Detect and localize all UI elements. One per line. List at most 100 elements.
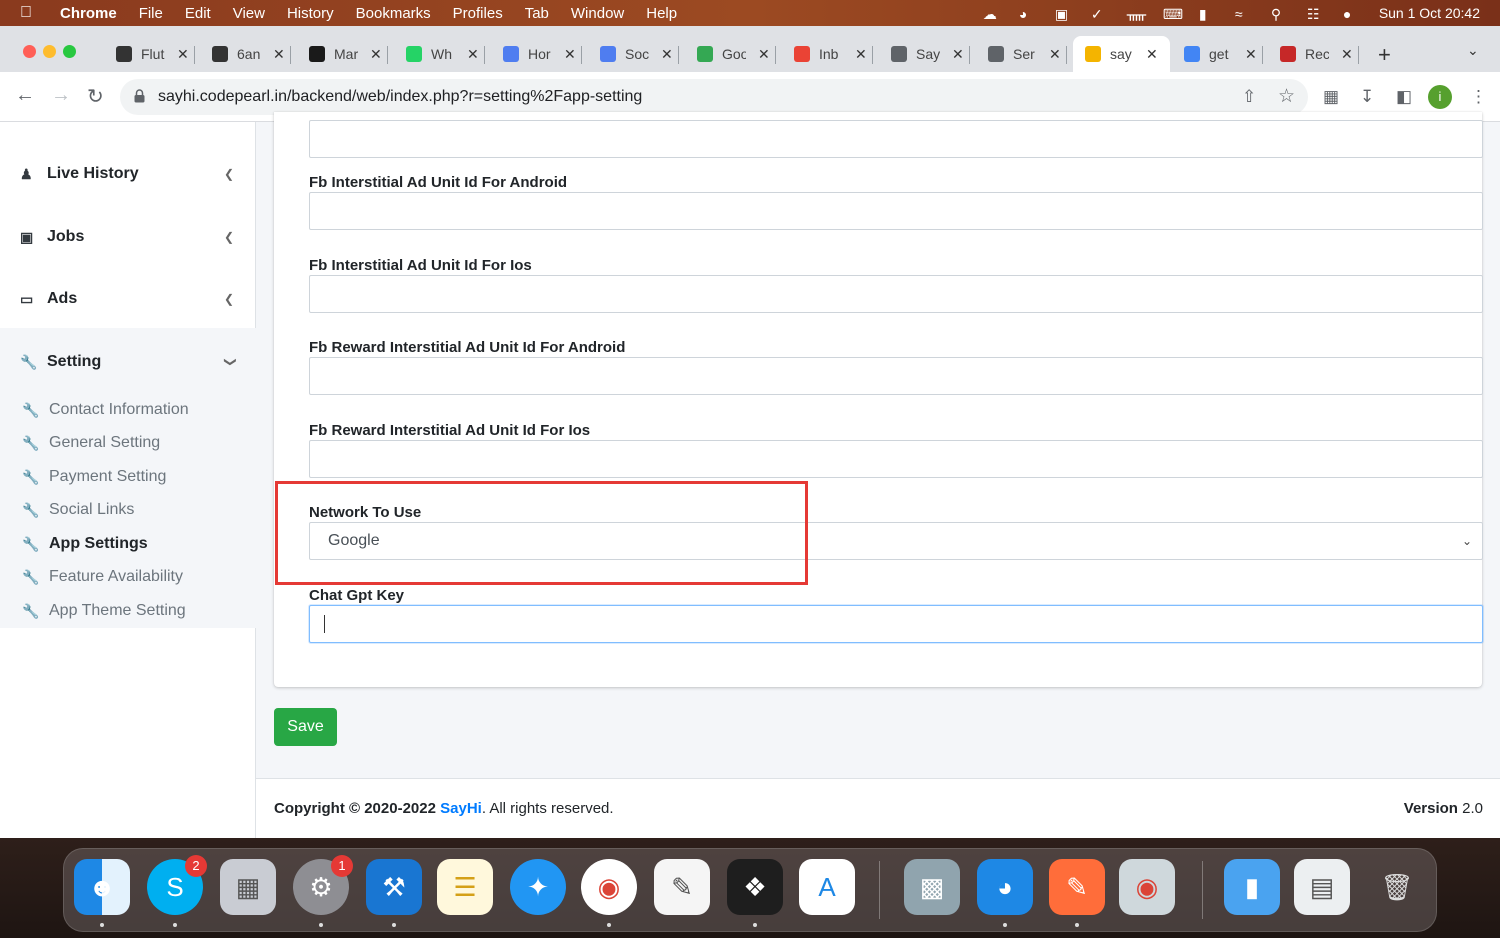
preview-icon[interactable]: ▩ <box>904 859 960 915</box>
browser-tab[interactable]: Mar ✕ <box>309 36 388 72</box>
menu-help[interactable]: Help <box>646 5 677 22</box>
close-tab-icon[interactable]: ✕ <box>855 46 867 63</box>
menu-view[interactable]: View <box>233 5 265 22</box>
chatgpt-key-input[interactable] <box>309 605 1483 643</box>
safari-icon[interactable]: ✦ <box>510 859 566 915</box>
menu-tab[interactable]: Tab <box>525 5 549 22</box>
menu-file[interactable]: File <box>139 5 163 22</box>
textedit-icon[interactable]: ✎ <box>654 859 710 915</box>
browser-tab[interactable]: get ✕ <box>1184 36 1263 72</box>
spotlight-search-icon[interactable]: ⚲ <box>1271 6 1289 22</box>
clock-app-icon[interactable]: ◕ <box>977 859 1033 927</box>
close-tab-icon[interactable]: ✕ <box>370 46 382 63</box>
browser-tab[interactable]: say ✕ <box>1073 36 1170 72</box>
browser-tab[interactable]: Hor ✕ <box>503 36 582 72</box>
downloads-folder-icon[interactable]: ▮ <box>1224 859 1280 915</box>
display-icon[interactable]: ▣ <box>1055 6 1073 22</box>
tab-search-chevron-icon[interactable]: ⌄ <box>1467 42 1479 59</box>
notes-icon[interactable]: ☰ <box>437 859 493 915</box>
figma-icon[interactable]: ❖ <box>727 859 783 927</box>
app-store-icon[interactable]: A <box>799 859 855 915</box>
new-tab-button[interactable]: + <box>1378 42 1391 68</box>
siri-icon[interactable]: ● <box>1343 6 1361 22</box>
trash-icon[interactable]: 🗑 <box>1369 859 1425 915</box>
sidebar-subitem-social-links[interactable]: 🔧 Social Links <box>22 500 242 520</box>
profile-avatar[interactable]: i <box>1428 85 1452 109</box>
minimize-window-button[interactable] <box>43 45 56 58</box>
reload-button[interactable]: ↻ <box>87 84 104 109</box>
download-icon[interactable]: ↧ <box>1360 87 1374 107</box>
close-tab-icon[interactable]: ✕ <box>1341 46 1353 63</box>
close-tab-icon[interactable]: ✕ <box>1245 46 1257 63</box>
menu-edit[interactable]: Edit <box>185 5 211 22</box>
close-tab-icon[interactable]: ✕ <box>177 46 189 63</box>
browser-tab[interactable]: Rec ✕ <box>1280 36 1359 72</box>
sidebar-item-jobs[interactable]: ▣ Jobs ❮ <box>20 226 240 248</box>
close-tab-icon[interactable]: ✕ <box>758 46 770 63</box>
menu-app-name[interactable]: Chrome <box>60 5 117 22</box>
close-tab-icon[interactable]: ✕ <box>1146 46 1158 63</box>
apple-icon[interactable]:  <box>20 4 40 22</box>
chrome-apps-icon[interactable]: ◉ <box>1119 859 1175 915</box>
zoom-window-button[interactable] <box>63 45 76 58</box>
finder-icon[interactable]: ☻ <box>74 859 130 927</box>
sidebar-subitem-app-theme-setting[interactable]: 🔧 App Theme Setting <box>22 601 242 621</box>
control-center-icon[interactable]: ☷ <box>1307 6 1325 22</box>
xcode-icon[interactable]: ⚒ <box>366 859 422 927</box>
menubar-clock[interactable]: Sun 1 Oct 20:42 <box>1379 5 1480 21</box>
launchpad-icon[interactable]: ▦ <box>220 859 276 915</box>
menu-bookmarks[interactable]: Bookmarks <box>356 5 431 22</box>
browser-tab[interactable]: Say ✕ <box>891 36 970 72</box>
sidebar-subitem-payment-setting[interactable]: 🔧 Payment Setting <box>22 467 242 487</box>
browser-tab[interactable]: Inb ✕ <box>794 36 873 72</box>
browser-tab[interactable]: Wh ✕ <box>406 36 485 72</box>
close-tab-icon[interactable]: ✕ <box>952 46 964 63</box>
fb-reward-interstitial-android-input[interactable] <box>309 357 1483 395</box>
sidebar-subitem-general-setting[interactable]: 🔧 General Setting <box>22 433 242 453</box>
menu-profiles[interactable]: Profiles <box>453 5 503 22</box>
browser-tab[interactable]: Flut ✕ <box>116 36 195 72</box>
close-tab-icon[interactable]: ✕ <box>273 46 285 63</box>
share-icon[interactable]: ⇧ <box>1242 87 1256 107</box>
browser-tab[interactable]: Ser ✕ <box>988 36 1067 72</box>
wifi-icon[interactable]: ≈ <box>1235 6 1253 22</box>
chrome-menu-icon[interactable]: ⋮ <box>1470 87 1487 107</box>
save-button[interactable]: Save <box>274 708 337 746</box>
sayhi-link[interactable]: SayHi <box>440 800 482 817</box>
keyboard-icon[interactable]: ⌨ <box>1163 6 1183 22</box>
sidebar-subitem-feature-availability[interactable]: 🔧 Feature Availability <box>22 567 242 587</box>
close-window-button[interactable] <box>23 45 36 58</box>
side-panel-icon[interactable]: ◧ <box>1396 87 1412 107</box>
lock-icon[interactable] <box>134 89 145 103</box>
browser-tab[interactable]: Goo ✕ <box>697 36 776 72</box>
documents-stack-icon[interactable]: ▤ <box>1294 859 1350 915</box>
menu-window[interactable]: Window <box>571 5 624 22</box>
bookmark-star-icon[interactable]: ☆ <box>1278 85 1295 108</box>
check-icon[interactable]: ✓ <box>1091 6 1109 22</box>
forward-button[interactable]: → <box>51 84 71 107</box>
back-button[interactable]: ← <box>15 84 35 107</box>
speed-icon[interactable]: ◕ <box>1019 6 1037 22</box>
browser-tab[interactable]: Soc ✕ <box>600 36 679 72</box>
address-bar[interactable]: sayhi.codepearl.in/backend/web/index.php… <box>120 79 1308 115</box>
fb-reward-interstitial-ios-input[interactable] <box>309 440 1483 478</box>
close-tab-icon[interactable]: ✕ <box>1049 46 1061 63</box>
skype-icon[interactable]: S2 <box>147 855 207 927</box>
close-tab-icon[interactable]: ✕ <box>467 46 479 63</box>
sidebar-subitem-contact-information[interactable]: 🔧 Contact Information <box>22 400 242 420</box>
battery-icon[interactable]: ▮ <box>1199 6 1217 22</box>
bluetooth-icon[interactable]: ᚅ <box>1127 6 1146 22</box>
url-text[interactable]: sayhi.codepearl.in/backend/web/index.php… <box>158 88 642 106</box>
close-tab-icon[interactable]: ✕ <box>564 46 576 63</box>
close-tab-icon[interactable]: ✕ <box>661 46 673 63</box>
postman-icon[interactable]: ✎ <box>1049 859 1105 927</box>
menu-history[interactable]: History <box>287 5 334 22</box>
sidebar-item-setting[interactable]: 🔧 Setting ❮ <box>20 351 240 373</box>
sidebar-item-live-history[interactable]: ♟ Live History ❮ <box>20 163 240 185</box>
browser-tab[interactable]: 6an ✕ <box>212 36 291 72</box>
fb-interstitial-android-input[interactable] <box>309 192 1483 230</box>
fb-interstitial-ios-input[interactable] <box>309 275 1483 313</box>
system-settings-icon[interactable]: ⚙ 1 <box>293 855 353 927</box>
sidebar-subitem-app-settings[interactable]: 🔧 App Settings <box>22 534 242 554</box>
sidebar-item-ads[interactable]: ▭ Ads ❮ <box>20 288 240 310</box>
